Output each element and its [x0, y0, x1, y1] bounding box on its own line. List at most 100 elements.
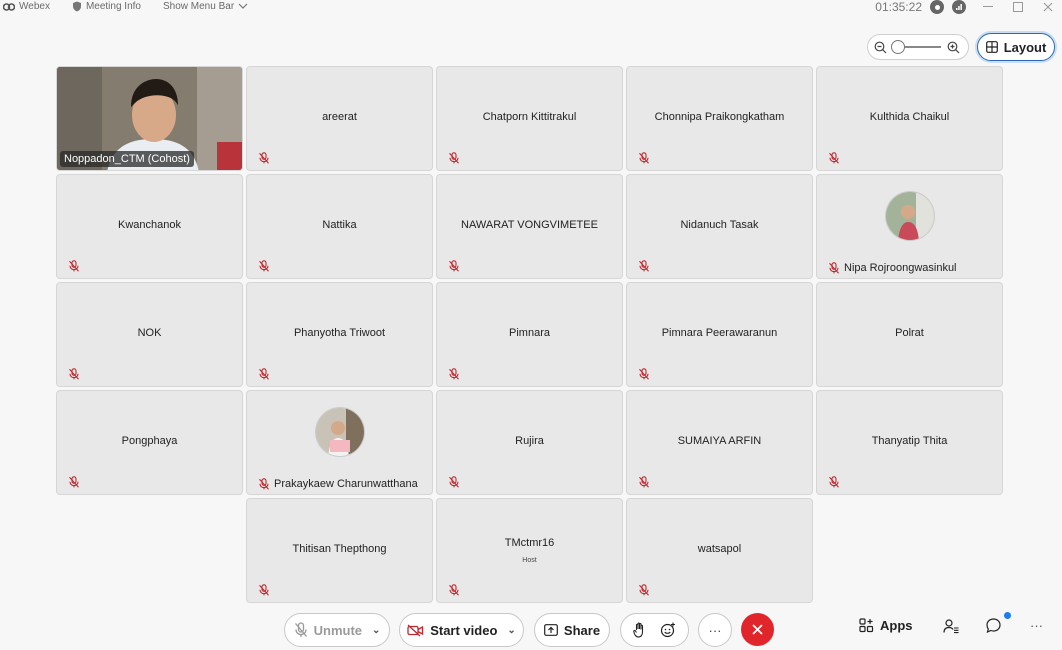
participant-tile[interactable]: Nipa Rojroongwasinkul — [816, 174, 1003, 279]
participant-tile[interactable]: Kulthida Chaikul — [816, 66, 1003, 171]
start-video-button[interactable]: Start video ⌄ — [399, 613, 524, 647]
participant-name: Nipa Rojroongwasinkul — [844, 262, 957, 274]
zoom-out-icon[interactable] — [874, 41, 887, 54]
minimize-icon — [983, 6, 993, 7]
participant-name: Prakaykaew Charunwatthana — [274, 478, 418, 490]
participants-icon — [943, 619, 959, 634]
close-icon — [1043, 2, 1053, 12]
participant-avatar — [885, 191, 935, 241]
raise-hand-icon[interactable] — [633, 622, 646, 638]
maximize-window-button[interactable] — [1010, 0, 1026, 14]
participant-tile[interactable]: Noppadon_CTM (Cohost) — [56, 66, 243, 171]
chat-icon — [986, 618, 1001, 633]
participant-tile[interactable]: Chatporn Kittitrakul — [436, 66, 623, 171]
participant-name: TMctmr16 — [504, 537, 555, 549]
participant-grid: Noppadon_CTM (Cohost) areerat Chatporn Kit… — [56, 66, 1006, 606]
participant-tile[interactable]: Phanyotha Triwoot — [246, 282, 433, 387]
participant-label: Prakaykaew Charunwatthana — [258, 478, 418, 490]
chat-button[interactable] — [986, 618, 1001, 633]
microphone-muted-icon — [638, 475, 650, 488]
meeting-timer: 01:35:22 — [875, 0, 922, 14]
zoom-in-icon[interactable] — [947, 41, 960, 54]
microphone-muted-icon — [258, 478, 270, 490]
participant-name: Rujira — [515, 435, 544, 447]
maximize-icon — [1013, 2, 1023, 12]
microphone-muted-icon — [68, 259, 80, 272]
grid-layout-icon — [985, 41, 998, 53]
participant-tile[interactable]: areerat — [246, 66, 433, 171]
recording-status-icon[interactable] — [930, 0, 944, 14]
participant-tile[interactable]: Chonnipa Praikongkatham — [626, 66, 813, 171]
participant-tile[interactable]: Nidanuch Tasak — [626, 174, 813, 279]
chevron-down-icon[interactable]: ⌄ — [507, 625, 515, 636]
zoom-track[interactable] — [891, 40, 941, 54]
participant-name: Polrat — [895, 327, 924, 339]
microphone-muted-icon — [258, 367, 270, 380]
microphone-muted-icon — [68, 475, 80, 488]
microphone-muted-icon — [258, 151, 270, 164]
microphone-muted-icon — [294, 622, 307, 637]
participant-name: areerat — [322, 111, 357, 123]
reactions-group — [620, 613, 689, 647]
zoom-slider[interactable] — [867, 34, 969, 60]
title-bar: Webex Meeting Info Show Menu Bar 01:35:2… — [0, 0, 1062, 16]
emoji-reaction-icon[interactable] — [660, 622, 676, 638]
participant-tile[interactable]: Thitisan Thepthong — [246, 498, 433, 603]
participant-tile[interactable]: Pongphaya — [56, 390, 243, 495]
close-window-button[interactable] — [1040, 0, 1056, 14]
participant-name: Thitisan Thepthong — [292, 543, 387, 555]
participant-name: watsapol — [697, 543, 742, 555]
participant-name: Phanyotha Triwoot — [293, 327, 386, 339]
participant-avatar — [315, 407, 365, 457]
participant-tile[interactable]: Nattika — [246, 174, 433, 279]
chevron-down-icon — [238, 3, 248, 9]
more-options-button[interactable]: ··· — [698, 613, 732, 647]
participant-name: NAWARAT VONGVIMETEE — [461, 219, 598, 231]
meeting-toolbar: Unmute ⌄ Start video ⌄ Share ··· Apps ··… — [0, 612, 1062, 648]
participant-tile[interactable]: NAWARAT VONGVIMETEE — [436, 174, 623, 279]
participant-name: Kulthida Chaikul — [869, 111, 950, 123]
participant-tile[interactable]: TMctmr16 Host — [436, 498, 623, 603]
participant-tile[interactable]: NOK — [56, 282, 243, 387]
participant-tile[interactable]: Pimnara — [436, 282, 623, 387]
microphone-muted-icon — [638, 259, 650, 272]
meeting-info-button[interactable]: Meeting Info — [72, 1, 141, 12]
participant-tile[interactable]: watsapol — [626, 498, 813, 603]
participant-name: Nidanuch Tasak — [680, 219, 759, 231]
participant-tile[interactable]: Thanyatip Thita — [816, 390, 1003, 495]
show-menu-bar-button[interactable]: Show Menu Bar — [163, 1, 248, 12]
participant-tile[interactable]: Polrat — [816, 282, 1003, 387]
participant-name: Pimnara Peerawaranun — [661, 327, 778, 339]
microphone-muted-icon — [448, 583, 460, 596]
zoom-thumb[interactable] — [891, 40, 905, 54]
webex-logo-icon — [3, 2, 15, 11]
participant-name: Pimnara — [509, 327, 550, 339]
chevron-down-icon[interactable]: ⌄ — [372, 625, 380, 636]
participant-tile[interactable]: Pimnara Peerawaranun — [626, 282, 813, 387]
participant-name: Chonnipa Praikongkatham — [654, 111, 785, 123]
microphone-muted-icon — [258, 583, 270, 596]
participant-tile[interactable]: Prakaykaew Charunwatthana — [246, 390, 433, 495]
webex-app-label: Webex — [3, 1, 50, 12]
minimize-window-button[interactable] — [980, 0, 996, 14]
participant-tile[interactable]: SUMAIYA ARFIN — [626, 390, 813, 495]
unmute-button[interactable]: Unmute ⌄ — [284, 613, 390, 647]
microphone-muted-icon — [448, 259, 460, 272]
leave-meeting-button[interactable] — [741, 613, 774, 646]
participant-name: Nattika — [322, 219, 357, 231]
participant-name: Chatporn Kittitrakul — [482, 111, 577, 123]
participant-tile[interactable]: Kwanchanok — [56, 174, 243, 279]
microphone-muted-icon — [638, 151, 650, 164]
apps-button[interactable]: Apps — [859, 618, 913, 633]
microphone-muted-icon — [448, 475, 460, 488]
microphone-muted-icon — [828, 475, 840, 488]
participant-name: Thanyatip Thita — [871, 435, 948, 447]
participant-name: NOK — [137, 327, 162, 339]
participants-button[interactable] — [943, 618, 959, 634]
overflow-menu-button[interactable]: ··· — [1030, 618, 1043, 633]
share-button[interactable]: Share — [534, 613, 610, 647]
participant-name: SUMAIYA ARFIN — [677, 435, 762, 447]
layout-button[interactable]: Layout — [977, 33, 1055, 61]
participant-tile[interactable]: Rujira — [436, 390, 623, 495]
network-health-icon[interactable] — [952, 0, 966, 14]
